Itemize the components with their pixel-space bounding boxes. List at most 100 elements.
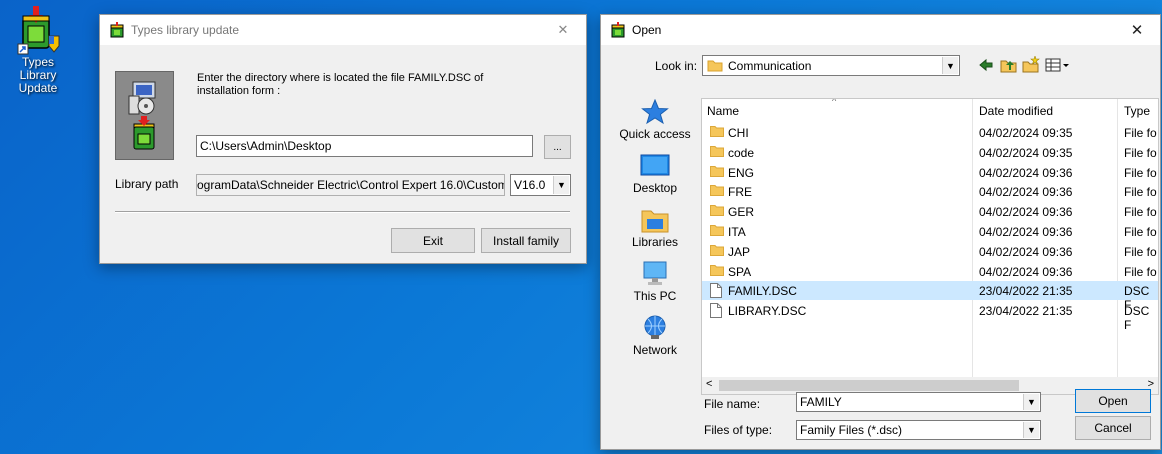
view-grid-icon <box>1045 58 1069 72</box>
file-row[interactable]: FAMILY.DSC 23/04/2022 21:35 DSC F <box>702 281 1158 312</box>
place-this-pc[interactable]: This PC <box>611 261 699 315</box>
folder-icon <box>710 165 724 180</box>
file-row[interactable]: ITA 04/02/2024 09:36 File fo <box>702 222 1158 241</box>
folder-icon <box>710 184 724 199</box>
place-libraries[interactable]: Libraries <box>611 207 699 261</box>
chevron-down-icon: ▼ <box>553 176 569 194</box>
file-name-cell: ENG <box>728 165 755 180</box>
back-button[interactable] <box>978 57 994 73</box>
place-label: Network <box>632 343 677 357</box>
look-in-select[interactable]: Communication ▼ <box>702 55 960 76</box>
new-folder-button[interactable] <box>1022 55 1040 73</box>
file-row[interactable]: JAP 04/02/2024 09:36 File fo <box>702 242 1158 261</box>
up-folder-button[interactable] <box>1000 57 1017 73</box>
view-menu-button[interactable] <box>1045 57 1071 73</box>
file-name-cell: CHI <box>728 126 749 140</box>
file-name-cell: FRE <box>728 185 752 200</box>
place-desktop[interactable]: Desktop <box>611 153 699 207</box>
files-of-type-select[interactable]: Family Files (*.dsc) ▼ <box>796 420 1041 440</box>
cancel-button[interactable]: Cancel <box>1075 416 1151 440</box>
file-type-cell: File fo <box>1124 225 1157 239</box>
version-select[interactable]: V16.0 ▼ <box>510 174 571 196</box>
window-title: Types library update <box>131 23 240 37</box>
place-network[interactable]: Network <box>611 315 699 369</box>
place-label: This PC <box>633 289 677 303</box>
file-type-cell: File fo <box>1124 244 1157 259</box>
file-icon <box>710 303 722 321</box>
files-of-type-value: Family Files (*.dsc) <box>800 423 903 437</box>
file-row[interactable]: ENG 04/02/2024 09:36 File fo <box>702 163 1158 182</box>
up-folder-icon <box>1000 60 1017 73</box>
folder-icon <box>710 244 724 259</box>
library-path-label: Library path <box>115 177 179 191</box>
open-button[interactable]: Open <box>1075 389 1151 413</box>
version-value: V16.0 <box>514 178 546 192</box>
browse-button[interactable]: ... <box>544 135 571 159</box>
place-label: Desktop <box>632 181 678 195</box>
column-header-type[interactable]: Type <box>1124 104 1150 118</box>
file-date-cell: 04/02/2024 09:35 <box>979 126 1073 140</box>
column-header-name[interactable]: Name <box>707 104 739 118</box>
folder-icon <box>710 125 724 140</box>
types-library-app-icon <box>110 22 124 38</box>
file-date-cell: 04/02/2024 09:35 <box>979 145 1073 160</box>
chevron-down-icon: ▼ <box>1023 422 1039 438</box>
file-name-cell: code <box>728 145 755 160</box>
place-label: Libraries <box>631 235 679 249</box>
file-list[interactable]: Name ^ Date modified Type CHI 04/02/2024 … <box>701 98 1159 395</box>
file-date-cell: 23/04/2022 21:35 <box>979 304 1073 319</box>
file-list-header: Name ^ Date modified Type <box>702 98 1158 394</box>
folder-icon <box>710 145 724 160</box>
folder-icon <box>710 224 724 239</box>
look-in-label: Look in: <box>655 59 698 73</box>
types-library-app-icon <box>611 22 625 38</box>
open-label: Open <box>1098 394 1128 408</box>
file-name-label: File name: <box>704 397 761 411</box>
dialog-illustration <box>115 71 174 160</box>
close-icon: ✕ <box>1130 22 1144 39</box>
file-type-cell: File fo <box>1124 126 1157 140</box>
install-family-label: Install family <box>492 233 560 248</box>
file-row[interactable]: FRE 04/02/2024 09:36 File fo <box>702 182 1158 201</box>
scrollbar-thumb[interactable] <box>719 380 1019 391</box>
file-row[interactable]: SPA 04/02/2024 09:36 File fo <box>702 262 1158 281</box>
file-date-cell: 04/02/2024 09:36 <box>979 264 1073 279</box>
file-row[interactable]: code 04/02/2024 09:35 File fo <box>702 143 1158 162</box>
file-date-cell: 04/02/2024 09:36 <box>979 205 1073 220</box>
install-family-button[interactable]: Install family <box>481 228 571 253</box>
scroll-left-icon[interactable]: < <box>706 378 712 390</box>
file-type-cell: File fo <box>1124 165 1157 180</box>
file-row[interactable]: CHI 04/02/2024 09:35 File fo <box>702 123 1158 142</box>
file-date-cell: 04/02/2024 09:36 <box>979 244 1073 259</box>
file-name-input[interactable]: FAMILY ▼ <box>796 392 1041 412</box>
file-date-cell: 23/04/2022 21:35 <box>979 284 1073 299</box>
close-icon: ✕ <box>557 22 569 37</box>
library-path-field: ogramData\Schneider Electric\Control Exp… <box>196 174 505 196</box>
directory-field[interactable]: C:\Users\Admin\Desktop <box>196 135 533 157</box>
file-name-cell: JAP <box>728 244 751 259</box>
star-icon <box>640 98 670 125</box>
close-button[interactable]: ✕ <box>1114 15 1160 45</box>
open-file-dialog: Open ✕ Look in: Communication ▼ Quick ac… <box>600 14 1161 450</box>
computer-icon <box>640 261 670 287</box>
chevron-down-icon[interactable]: ▼ <box>1023 394 1039 410</box>
place-label: Quick access <box>619 127 691 141</box>
file-icon <box>710 283 722 301</box>
file-row[interactable]: LIBRARY.DSC 23/04/2022 21:35 DSC F <box>702 301 1158 332</box>
sort-ascending-icon: ^ <box>832 98 837 106</box>
desktop-icon-types-library-update[interactable]: Types Library Update <box>2 6 74 95</box>
file-name-cell: FAMILY.DSC <box>728 284 797 299</box>
desktop-icon <box>640 153 670 179</box>
file-type-cell: File fo <box>1124 145 1157 160</box>
divider <box>115 211 570 213</box>
exit-button[interactable]: Exit <box>391 228 475 253</box>
file-row[interactable]: GER 04/02/2024 09:36 File fo <box>702 202 1158 221</box>
window-title: Open <box>632 23 662 37</box>
column-header-date[interactable]: Date modified <box>979 104 1053 118</box>
folder-icon <box>707 60 723 72</box>
close-button[interactable]: ✕ <box>540 15 586 45</box>
back-arrow-icon <box>979 58 993 72</box>
file-type-cell: File fo <box>1124 264 1157 279</box>
place-quick-access[interactable]: Quick access <box>611 98 699 153</box>
file-type-cell: DSC F <box>1124 304 1150 333</box>
